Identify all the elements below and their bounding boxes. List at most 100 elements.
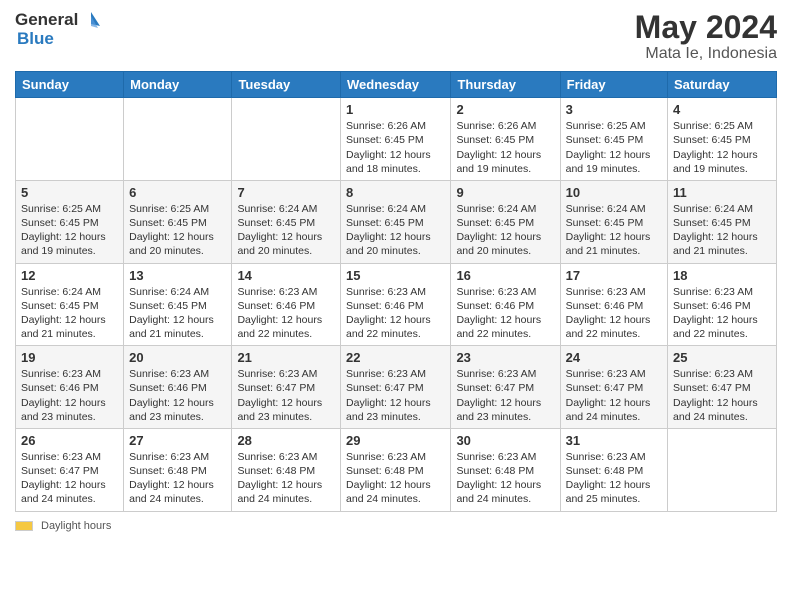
day-number: 25: [673, 350, 771, 365]
calendar-header-row: SundayMondayTuesdayWednesdayThursdayFrid…: [16, 72, 777, 98]
calendar-week-row: 12 Sunrise: 6:24 AM Sunset: 6:45 PM Dayli…: [16, 263, 777, 346]
calendar-cell: 16Sunrise: 6:23 AM Sunset: 6:46 PM Dayli…: [451, 263, 560, 346]
calendar-cell: [124, 98, 232, 181]
calendar-cell: 18 Sunrise: 6:23 AM Sunset: 6:46 PM Dayli…: [668, 263, 777, 346]
day-info: Sunrise: 6:25 AM Sunset: 6:45 PM Dayligh…: [21, 202, 118, 259]
calendar-cell: 24 Sunrise: 6:23 AM Sunset: 6:47 PM Dayli…: [560, 346, 667, 429]
calendar-cell: 25 Sunrise: 6:23 AM Sunset: 6:47 PM Dayli…: [668, 346, 777, 429]
day-number: 24: [566, 350, 662, 365]
logo-general: General: [15, 11, 78, 30]
location-subtitle: Mata Ie, Indonesia: [635, 45, 777, 63]
day-number: 4: [673, 102, 771, 117]
calendar-cell: 27Sunrise: 6:23 AM Sunset: 6:48 PM Dayli…: [124, 428, 232, 511]
day-info: Sunrise: 6:23 AM Sunset: 6:47 PM Dayligh…: [346, 367, 445, 424]
day-number: 10: [566, 185, 662, 200]
day-number: 14: [237, 268, 335, 283]
day-info: Sunrise: 6:24 AM Sunset: 6:45 PM Dayligh…: [566, 202, 662, 259]
calendar-cell: 23Sunrise: 6:23 AM Sunset: 6:47 PM Dayli…: [451, 346, 560, 429]
calendar-header-sunday: Sunday: [16, 72, 124, 98]
day-info: Sunrise: 6:26 AM Sunset: 6:45 PM Dayligh…: [456, 119, 554, 176]
calendar-cell: [668, 428, 777, 511]
day-info: Sunrise: 6:23 AM Sunset: 6:46 PM Dayligh…: [21, 367, 118, 424]
calendar-cell: 2Sunrise: 6:26 AM Sunset: 6:45 PM Daylig…: [451, 98, 560, 181]
calendar-cell: 4 Sunrise: 6:25 AM Sunset: 6:45 PM Daylig…: [668, 98, 777, 181]
day-number: 26: [21, 433, 118, 448]
calendar-cell: [16, 98, 124, 181]
day-number: 8: [346, 185, 445, 200]
calendar-header-monday: Monday: [124, 72, 232, 98]
day-info: Sunrise: 6:24 AM Sunset: 6:45 PM Dayligh…: [237, 202, 335, 259]
day-info: Sunrise: 6:24 AM Sunset: 6:45 PM Dayligh…: [21, 285, 118, 342]
day-info: Sunrise: 6:24 AM Sunset: 6:45 PM Dayligh…: [346, 202, 445, 259]
calendar-cell: 29 Sunrise: 6:23 AM Sunset: 6:48 PM Dayli…: [341, 428, 451, 511]
day-number: 1: [346, 102, 445, 117]
day-info: Sunrise: 6:25 AM Sunset: 6:45 PM Dayligh…: [673, 119, 771, 176]
header: General Blue May 2024 Mata Ie, Indonesia: [15, 10, 777, 63]
day-info: Sunrise: 6:25 AM Sunset: 6:45 PM Dayligh…: [566, 119, 662, 176]
day-number: 20: [129, 350, 226, 365]
calendar-week-row: 19 Sunrise: 6:23 AM Sunset: 6:46 PM Dayli…: [16, 346, 777, 429]
day-number: 3: [566, 102, 662, 117]
day-info: Sunrise: 6:24 AM Sunset: 6:45 PM Dayligh…: [456, 202, 554, 259]
day-number: 31: [566, 433, 662, 448]
logo-wordmark: General Blue: [15, 10, 102, 49]
calendar-header-wednesday: Wednesday: [341, 72, 451, 98]
month-year-title: May 2024: [635, 10, 777, 45]
day-info: Sunrise: 6:24 AM Sunset: 6:45 PM Dayligh…: [129, 285, 226, 342]
day-info: Sunrise: 6:23 AM Sunset: 6:47 PM Dayligh…: [566, 367, 662, 424]
day-number: 17: [566, 268, 662, 283]
logo-sail-icon: [80, 10, 102, 30]
calendar-cell: 10 Sunrise: 6:24 AM Sunset: 6:45 PM Dayli…: [560, 180, 667, 263]
day-info: Sunrise: 6:23 AM Sunset: 6:48 PM Dayligh…: [566, 450, 662, 507]
day-number: 9: [456, 185, 554, 200]
day-number: 6: [129, 185, 226, 200]
calendar-cell: 7 Sunrise: 6:24 AM Sunset: 6:45 PM Daylig…: [232, 180, 341, 263]
day-info: Sunrise: 6:23 AM Sunset: 6:47 PM Dayligh…: [673, 367, 771, 424]
calendar-cell: 31 Sunrise: 6:23 AM Sunset: 6:48 PM Dayli…: [560, 428, 667, 511]
day-number: 5: [21, 185, 118, 200]
calendar-cell: 1 Sunrise: 6:26 AM Sunset: 6:45 PM Daylig…: [341, 98, 451, 181]
day-info: Sunrise: 6:23 AM Sunset: 6:47 PM Dayligh…: [21, 450, 118, 507]
calendar-cell: 5 Sunrise: 6:25 AM Sunset: 6:45 PM Daylig…: [16, 180, 124, 263]
day-number: 12: [21, 268, 118, 283]
calendar-cell: 30Sunrise: 6:23 AM Sunset: 6:48 PM Dayli…: [451, 428, 560, 511]
calendar-week-row: 5 Sunrise: 6:25 AM Sunset: 6:45 PM Daylig…: [16, 180, 777, 263]
day-number: 29: [346, 433, 445, 448]
calendar-header-friday: Friday: [560, 72, 667, 98]
calendar-cell: 20 Sunrise: 6:23 AM Sunset: 6:46 PM Dayli…: [124, 346, 232, 429]
day-info: Sunrise: 6:24 AM Sunset: 6:45 PM Dayligh…: [673, 202, 771, 259]
day-number: 27: [129, 433, 226, 448]
day-number: 28: [237, 433, 335, 448]
calendar-cell: 26 Sunrise: 6:23 AM Sunset: 6:47 PM Dayli…: [16, 428, 124, 511]
calendar-cell: 13Sunrise: 6:24 AM Sunset: 6:45 PM Dayli…: [124, 263, 232, 346]
calendar-cell: 22Sunrise: 6:23 AM Sunset: 6:47 PM Dayli…: [341, 346, 451, 429]
day-number: 11: [673, 185, 771, 200]
day-info: Sunrise: 6:23 AM Sunset: 6:46 PM Dayligh…: [566, 285, 662, 342]
calendar-week-row: 26 Sunrise: 6:23 AM Sunset: 6:47 PM Dayli…: [16, 428, 777, 511]
day-number: 7: [237, 185, 335, 200]
calendar-cell: 21Sunrise: 6:23 AM Sunset: 6:47 PM Dayli…: [232, 346, 341, 429]
calendar-week-row: 1 Sunrise: 6:26 AM Sunset: 6:45 PM Daylig…: [16, 98, 777, 181]
day-info: Sunrise: 6:25 AM Sunset: 6:45 PM Dayligh…: [129, 202, 226, 259]
day-number: 30: [456, 433, 554, 448]
day-info: Sunrise: 6:26 AM Sunset: 6:45 PM Dayligh…: [346, 119, 445, 176]
calendar-cell: 9 Sunrise: 6:24 AM Sunset: 6:45 PM Daylig…: [451, 180, 560, 263]
day-number: 23: [456, 350, 554, 365]
day-number: 19: [21, 350, 118, 365]
day-number: 18: [673, 268, 771, 283]
day-info: Sunrise: 6:23 AM Sunset: 6:48 PM Dayligh…: [346, 450, 445, 507]
day-info: Sunrise: 6:23 AM Sunset: 6:46 PM Dayligh…: [673, 285, 771, 342]
title-block: May 2024 Mata Ie, Indonesia: [635, 10, 777, 63]
day-info: Sunrise: 6:23 AM Sunset: 6:46 PM Dayligh…: [237, 285, 335, 342]
calendar-cell: 6 Sunrise: 6:25 AM Sunset: 6:45 PM Daylig…: [124, 180, 232, 263]
day-number: 21: [237, 350, 335, 365]
calendar-table: SundayMondayTuesdayWednesdayThursdayFrid…: [15, 71, 777, 511]
calendar-header-thursday: Thursday: [451, 72, 560, 98]
day-info: Sunrise: 6:23 AM Sunset: 6:46 PM Dayligh…: [129, 367, 226, 424]
day-info: Sunrise: 6:23 AM Sunset: 6:46 PM Dayligh…: [456, 285, 554, 342]
day-info: Sunrise: 6:23 AM Sunset: 6:46 PM Dayligh…: [346, 285, 445, 342]
page: General Blue May 2024 Mata Ie, Indonesia…: [0, 0, 792, 612]
calendar-cell: 12 Sunrise: 6:24 AM Sunset: 6:45 PM Dayli…: [16, 263, 124, 346]
calendar-cell: 3 Sunrise: 6:25 AM Sunset: 6:45 PM Daylig…: [560, 98, 667, 181]
calendar-cell: [232, 98, 341, 181]
